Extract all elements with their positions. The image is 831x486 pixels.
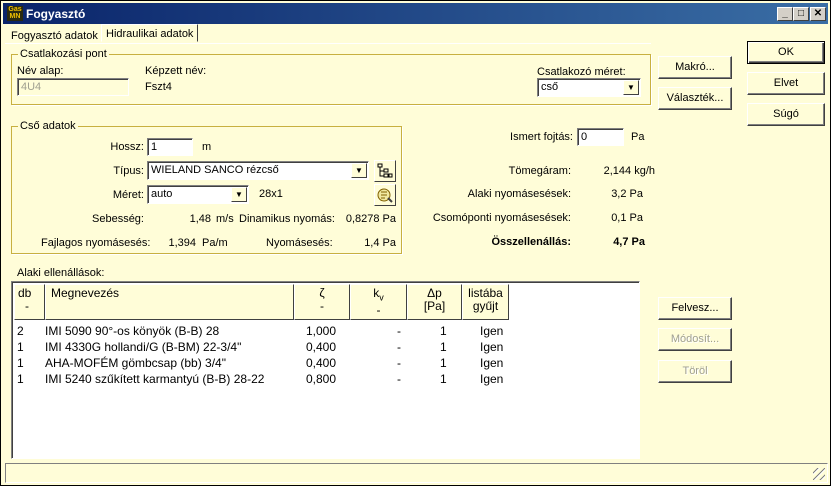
- shape-drops-value: 3,2 Pa: [611, 188, 643, 200]
- known-drop-unit: Pa: [631, 131, 645, 143]
- pipe-tree-icon[interactable]: [374, 160, 396, 182]
- col-header-name[interactable]: Megnevezés: [45, 284, 294, 320]
- table-row[interactable]: 2 IMI 5090 90°-os könyök (B-B) 28 1,000 …: [14, 324, 634, 339]
- connector-size-select[interactable]: cső ▼: [537, 78, 641, 97]
- chevron-down-icon[interactable]: ▼: [623, 80, 639, 95]
- modify-button[interactable]: Módosít...: [658, 328, 732, 351]
- length-input[interactable]: 1: [147, 138, 193, 156]
- name-base-input[interactable]: 4U4: [17, 78, 129, 96]
- name-base-label: Név alap:: [17, 65, 64, 77]
- mass-flow-value: 2,144 kg/h: [603, 165, 655, 177]
- dynamic-pressure-value: 0,8278 Pa: [345, 213, 396, 225]
- col-header-kv[interactable]: kv -: [350, 284, 407, 320]
- pressure-drop-value: 1,4 Pa: [364, 237, 396, 249]
- col-header-db[interactable]: db -: [14, 284, 45, 320]
- col-header-dp[interactable]: Δp [Pa]: [407, 284, 462, 320]
- status-bar: [5, 463, 828, 483]
- size-label: Méret:: [112, 189, 144, 201]
- length-unit: m: [202, 141, 212, 153]
- table-row[interactable]: 1 IMI 4330G hollandi/G (B-BM) 22-3/4" 0,…: [14, 340, 634, 355]
- connector-size-label: Csatlakozó méret:: [537, 66, 626, 78]
- chevron-down-icon[interactable]: ▼: [351, 163, 367, 178]
- add-button[interactable]: Felvesz...: [658, 297, 732, 320]
- help-button[interactable]: Súgó: [747, 103, 825, 126]
- node-drops-value: 0,1 Pa: [611, 212, 643, 224]
- tab-hydraulic-data[interactable]: Hidraulikai adatok: [101, 24, 199, 42]
- type-label: Típus:: [113, 165, 144, 177]
- size-text: 28x1: [259, 188, 283, 200]
- speed-label: Sebesség:: [92, 213, 144, 225]
- known-drop-label: Ismert fojtás:: [510, 131, 573, 143]
- derived-name-value: Fszt4: [145, 81, 172, 93]
- resize-grip-icon[interactable]: [813, 468, 825, 480]
- minimize-button[interactable]: _: [777, 7, 793, 21]
- table-row[interactable]: 1 IMI 5240 szűkített karmantyú (B-B) 28-…: [14, 372, 634, 387]
- connection-group-label: Csatlakozási pont: [18, 48, 109, 60]
- macro-button[interactable]: Makró...: [658, 56, 732, 79]
- specific-drop-unit: Pa/m: [202, 237, 228, 249]
- specific-drop-label: Fajlagos nyomásesés:: [41, 237, 151, 249]
- total-resistance-label: Összellenállás:: [491, 236, 572, 248]
- pipe-type-select[interactable]: WIELAND SANCO rézcső ▼: [147, 161, 369, 180]
- chevron-down-icon[interactable]: ▼: [231, 187, 247, 202]
- pipe-size-select[interactable]: auto ▼: [147, 185, 249, 204]
- window-title: Fogyasztó: [26, 7, 86, 21]
- resistances-table[interactable]: db - Megnevezés ζ- kv - Δp [Pa] listába gyűj…: [11, 281, 640, 459]
- mass-flow-label: Tömegáram:: [508, 165, 571, 177]
- known-drop-input[interactable]: 0: [577, 128, 624, 146]
- shape-drops-label: Alaki nyomásesések:: [467, 188, 571, 200]
- maximize-button[interactable]: □: [793, 7, 809, 21]
- pipe-group-label: Cső adatok: [18, 120, 78, 132]
- pressure-drop-label: Nyomásesés:: [266, 237, 333, 249]
- pipe-type-value: WIELAND SANCO rézcső: [151, 164, 279, 176]
- delete-button[interactable]: Töröl: [658, 360, 732, 383]
- dialog-window: Gas MN Fogyasztó _ □ ✕ Fogyasztó adatok H…: [0, 0, 831, 486]
- gas-app-icon: Gas MN: [7, 6, 23, 21]
- choice-button[interactable]: Választék...: [658, 87, 732, 110]
- connector-size-value: cső: [541, 81, 559, 93]
- total-resistance-value: 4,7 Pa: [613, 236, 645, 248]
- close-button[interactable]: ✕: [810, 7, 826, 21]
- dynamic-pressure-label: Dinamikus nyomás:: [239, 213, 335, 225]
- table-row[interactable]: 1 AHA-MOFÉM gömbcsap (bb) 3/4" 0,400 - 1…: [14, 356, 634, 371]
- derived-name-label: Képzett név:: [145, 65, 207, 77]
- ok-button[interactable]: OK: [747, 41, 825, 64]
- col-header-zeta[interactable]: ζ-: [294, 284, 350, 320]
- node-drops-label: Csomóponti nyomásesések:: [432, 212, 571, 224]
- resistances-label: Alaki ellenállások:: [17, 267, 105, 279]
- speed-value: 1,48: [189, 213, 211, 225]
- title-bar[interactable]: Gas MN Fogyasztó _ □ ✕: [3, 3, 828, 24]
- speed-unit: m/s: [216, 213, 234, 225]
- length-label: Hossz:: [110, 141, 144, 153]
- tab-panel-divider: [5, 43, 651, 44]
- col-header-list[interactable]: listába gyűjt: [462, 284, 509, 320]
- calculator-icon[interactable]: [374, 184, 396, 206]
- cancel-button[interactable]: Elvet: [747, 72, 825, 95]
- specific-drop-value: 1,394: [168, 237, 196, 249]
- pipe-size-value: auto: [151, 188, 173, 200]
